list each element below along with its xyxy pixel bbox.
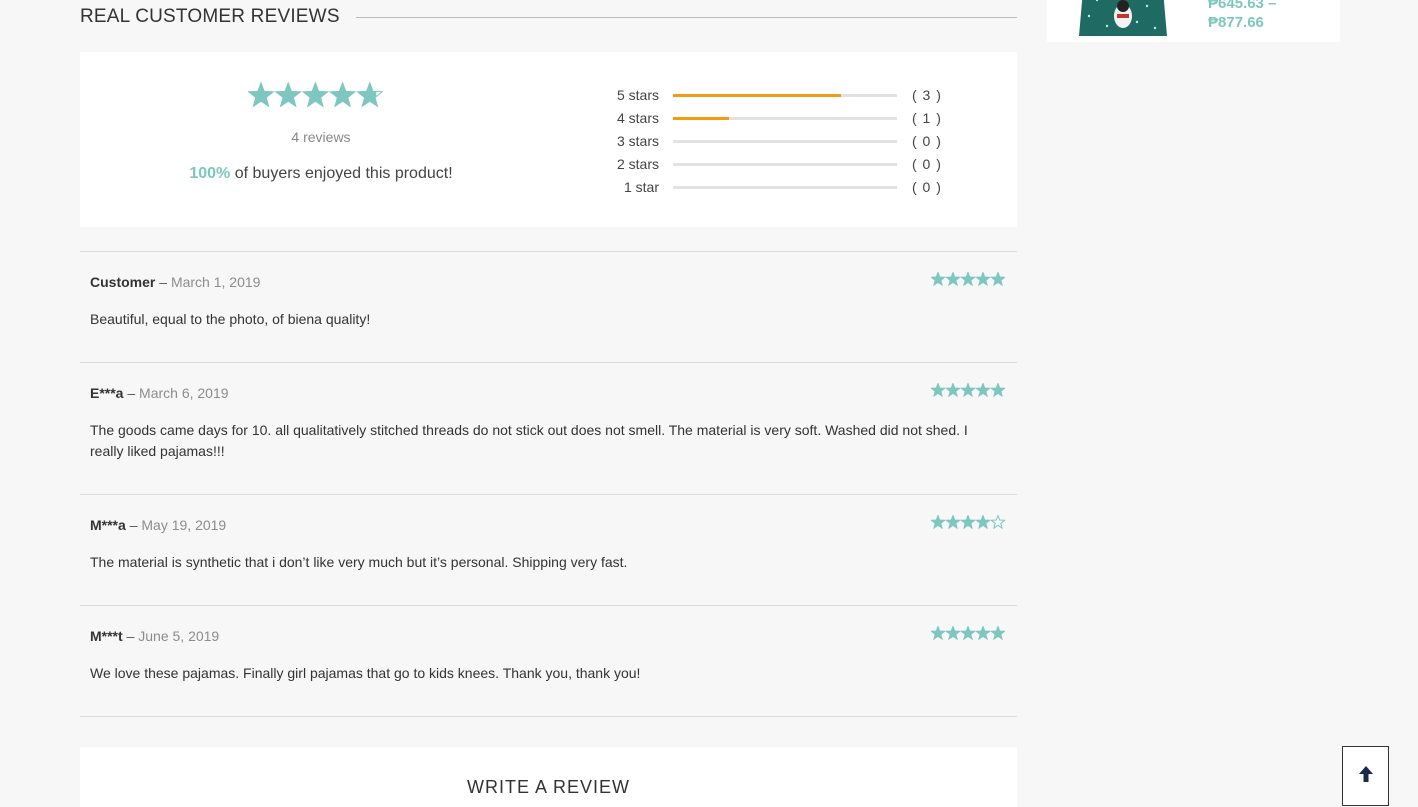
review-separator: – <box>129 517 138 533</box>
review-meta: M***t – June 5, 2019 <box>90 628 219 644</box>
histogram-row[interactable]: 5 stars ( 3 ) <box>592 85 952 105</box>
review-text: The material is synthetic that i don’t l… <box>90 554 628 570</box>
star-filled-icon <box>961 626 975 640</box>
histogram-bar-track <box>673 94 897 97</box>
star-filled-icon <box>976 626 990 640</box>
review-date: May 19, 2019 <box>141 517 227 533</box>
histogram-bar-fill <box>673 94 841 97</box>
price-from: ₱645.63 – <box>1208 0 1277 12</box>
histogram-count: ( 0 ) <box>912 179 942 195</box>
histogram-label: 4 stars <box>616 110 659 126</box>
review-stars <box>929 624 1007 644</box>
review-item: Customer – March 1, 2019 Beautiful, equal… <box>80 251 1017 363</box>
star-filled-icon <box>931 626 945 640</box>
star-outline-icon <box>989 513 1007 530</box>
histogram-bar-track <box>673 117 897 120</box>
review-text: We love these pajamas. Finally girl paja… <box>90 665 641 681</box>
review-author: M***a <box>90 517 126 533</box>
histogram-count: ( 3 ) <box>912 87 942 103</box>
star-filled-icon <box>946 626 960 640</box>
review-meta: Customer – March 1, 2019 <box>90 274 260 290</box>
review-list-divider <box>80 716 1017 717</box>
review-separator: – <box>126 628 135 644</box>
review-meta: E***a – March 6, 2019 <box>90 385 229 401</box>
star-rating-icon <box>929 381 1007 398</box>
star-rating-icon <box>248 82 383 108</box>
review-date: June 5, 2019 <box>138 628 220 644</box>
star-filled-icon <box>976 515 990 529</box>
star-filled-icon <box>931 515 945 529</box>
star-filled-icon <box>931 272 945 286</box>
pajama-product-thumbnail[interactable] <box>1077 0 1171 38</box>
star-filled-icon <box>961 383 975 397</box>
review-separator: – <box>127 385 136 401</box>
star-filled-icon <box>991 383 1005 397</box>
reviews-heading: REAL CUSTOMER REVIEWS <box>80 4 1017 30</box>
buyers-enjoyed-text: 100% of buyers enjoyed this product! <box>80 165 562 183</box>
star-filled-icon <box>248 82 274 107</box>
star-filled-icon <box>946 515 960 529</box>
histogram-row[interactable]: 3 stars ( 0 ) <box>592 131 952 151</box>
review-author: Customer <box>90 274 156 290</box>
star-rating-icon <box>929 270 1007 287</box>
review-separator: – <box>159 274 168 290</box>
price-to: ₱877.66 <box>1208 14 1264 31</box>
histogram-count: ( 1 ) <box>912 110 942 126</box>
review-author: M***t <box>90 628 123 644</box>
rating-summary: 4 reviews 100% of buyers enjoyed this pr… <box>80 52 1017 227</box>
star-filled-icon <box>976 383 990 397</box>
star-filled-icon <box>303 82 328 107</box>
histogram-bar-fill <box>673 117 729 120</box>
star-filled-icon <box>961 515 975 529</box>
reviews-title: REAL CUSTOMER REVIEWS <box>80 6 340 27</box>
review-stars <box>929 381 1007 401</box>
histogram-label: 5 stars <box>616 87 659 103</box>
review-author: E***a <box>90 385 124 401</box>
reviews-count: 4 reviews <box>291 129 351 145</box>
review-date: March 6, 2019 <box>139 385 229 401</box>
histogram-bar-track <box>673 140 897 143</box>
review-stars <box>929 513 1007 533</box>
sidebar-product-card[interactable]: ₱645.63 – ₱877.66 <box>1047 0 1340 42</box>
histogram-row[interactable]: 4 stars ( 1 ) <box>592 108 952 128</box>
back-to-top-button[interactable] <box>1342 746 1389 806</box>
histogram-row[interactable]: 2 stars ( 0 ) <box>592 154 952 174</box>
enjoy-percent: 100% <box>189 165 231 182</box>
arrow-up-icon <box>1359 766 1373 782</box>
write-review-title: WRITE A REVIEW <box>466 777 631 797</box>
review-meta: M***a – May 19, 2019 <box>90 517 226 533</box>
star-rating-icon <box>929 513 1007 530</box>
star-filled-icon <box>991 272 1005 286</box>
review-text: Beautiful, equal to the photo, of biena … <box>90 311 371 327</box>
star-rating-icon <box>929 624 1007 641</box>
histogram-label: 1 star <box>623 179 659 195</box>
review-date: March 1, 2019 <box>170 274 261 290</box>
star-filled-icon <box>946 272 960 286</box>
average-rating-stars <box>248 82 388 118</box>
histogram-count: ( 0 ) <box>912 133 942 149</box>
star-filled-icon <box>946 383 960 397</box>
star-filled-icon <box>976 272 990 286</box>
star-filled-icon <box>991 626 1005 640</box>
product-price-range: ₱645.63 – ₱877.66 <box>1208 0 1276 32</box>
write-review-box: WRITE A REVIEW <box>80 747 1017 807</box>
heading-divider <box>355 16 1017 18</box>
histogram-count: ( 0 ) <box>912 156 942 172</box>
histogram-label: 2 stars <box>616 156 659 172</box>
star-filled-icon <box>330 82 355 107</box>
star-filled-icon <box>931 383 945 397</box>
star-filled-icon <box>275 82 301 107</box>
star-filled-icon <box>961 272 975 286</box>
review-item: E***a – March 6, 2019 The goods came days… <box>80 362 1017 495</box>
enjoy-label: of buyers enjoyed this product! <box>234 165 453 182</box>
histogram-label: 3 stars <box>616 133 659 149</box>
histogram-bar-track <box>673 163 897 166</box>
review-item: M***t – June 5, 2019 We love these pajama… <box>80 605 1017 717</box>
review-stars <box>929 270 1007 290</box>
histogram-bar-track <box>673 186 897 189</box>
review-item: M***a – May 19, 2019 The material is synt… <box>80 494 1017 606</box>
histogram-row[interactable]: 1 star ( 0 ) <box>592 177 952 197</box>
review-text: The goods came days for 10. all qualitat… <box>90 422 968 459</box>
